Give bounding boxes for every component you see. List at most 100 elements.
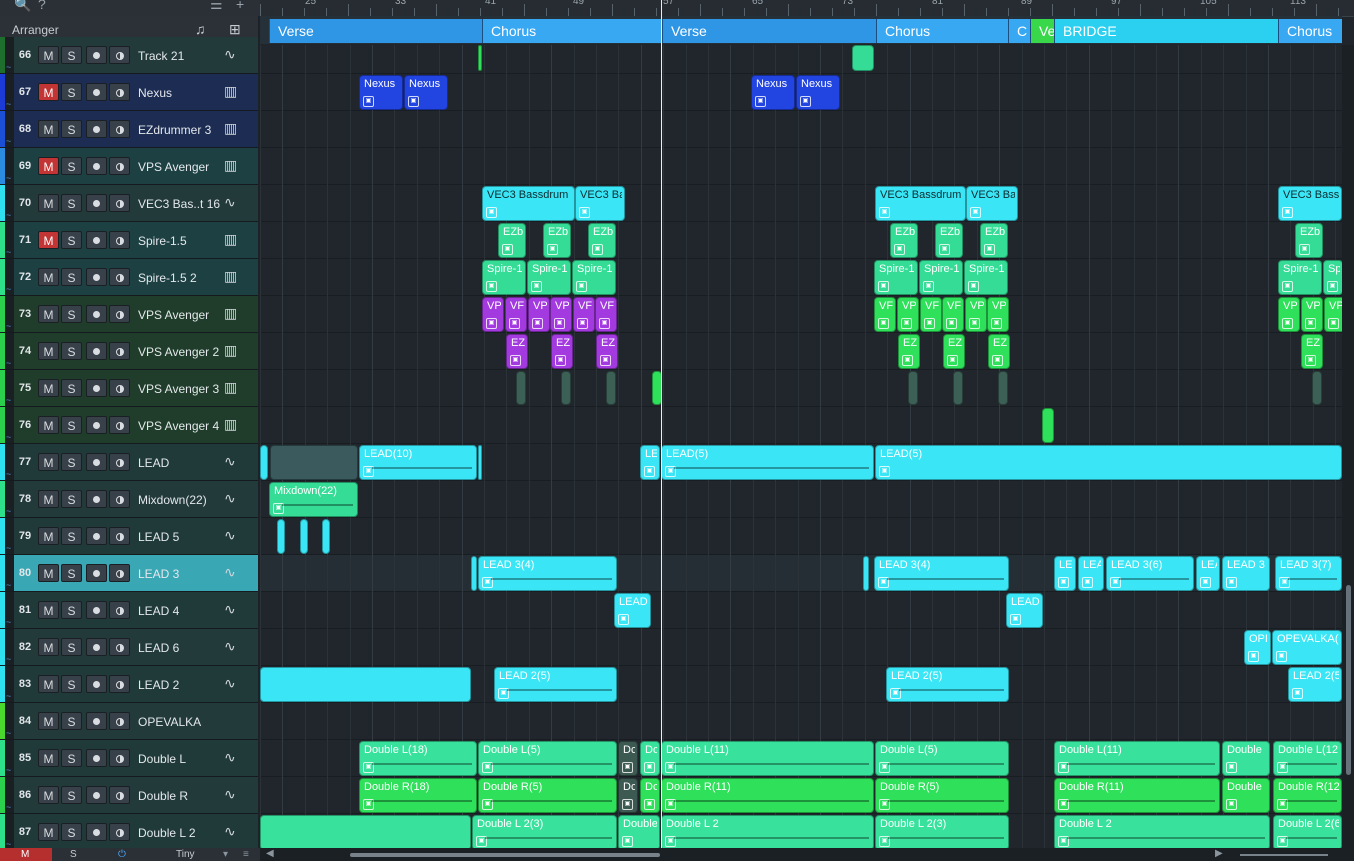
- clip[interactable]: Dc ▣: [640, 778, 660, 813]
- arranger-section[interactable]: Ve: [1030, 19, 1055, 43]
- automation-icon[interactable]: [5, 777, 14, 813]
- monitor-button[interactable]: [109, 453, 130, 471]
- monitor-button[interactable]: [109, 712, 130, 730]
- track-row[interactable]: 71 MS Spire-1.5▥: [0, 222, 258, 259]
- clip[interactable]: LEAD ▣: [614, 593, 651, 628]
- solo-button[interactable]: S: [61, 527, 82, 545]
- list-icon[interactable]: ☰: [210, 0, 223, 13]
- solo-button[interactable]: S: [61, 120, 82, 138]
- track-row[interactable]: 72 MS Spire-1.5 2▥: [0, 259, 258, 296]
- record-arm-button[interactable]: [86, 120, 107, 138]
- arranger-section[interactable]: BRIDGE: [1054, 19, 1278, 43]
- clip[interactable]: [516, 371, 526, 405]
- solo-button[interactable]: S: [61, 675, 82, 693]
- track-name[interactable]: VPS Avenger 4: [138, 419, 226, 433]
- mute-button[interactable]: M: [38, 268, 59, 286]
- track-lane[interactable]: [260, 629, 1342, 666]
- clip[interactable]: LEAD 2(5)▣: [886, 667, 1009, 702]
- track-name[interactable]: LEAD 3: [138, 567, 226, 581]
- automation-icon[interactable]: [5, 592, 14, 628]
- track-name[interactable]: VPS Avenger 2: [138, 345, 226, 359]
- record-arm-button[interactable]: [86, 601, 107, 619]
- track-lane[interactable]: [260, 481, 1342, 518]
- automation-icon[interactable]: [5, 518, 14, 554]
- record-arm-button[interactable]: [86, 194, 107, 212]
- monitor-button[interactable]: [109, 231, 130, 249]
- clip[interactable]: Nexus ▣: [796, 75, 840, 110]
- track-lane[interactable]: [260, 370, 1342, 407]
- clip[interactable]: VP ▣: [482, 297, 504, 332]
- mute-button[interactable]: M: [38, 379, 59, 397]
- mute-button[interactable]: M: [38, 305, 59, 323]
- track-name[interactable]: LEAD 6: [138, 641, 226, 655]
- clip[interactable]: LEAD 3(4) ▣: [874, 556, 1009, 591]
- mute-button[interactable]: M: [38, 749, 59, 767]
- track-row[interactable]: 76 MS VPS Avenger 4▥: [0, 407, 258, 444]
- clip[interactable]: LEAD(5) ▣: [661, 445, 874, 480]
- clip[interactable]: Double L(12 ▣: [1273, 741, 1342, 776]
- track-name[interactable]: Spire-1.5: [138, 234, 226, 248]
- track-lane[interactable]: [260, 222, 1342, 259]
- clip[interactable]: EZ ▣: [551, 334, 573, 369]
- clip[interactable]: [606, 371, 616, 405]
- solo-all-button[interactable]: S: [70, 849, 77, 860]
- mute-button[interactable]: M: [38, 83, 59, 101]
- record-arm-button[interactable]: [86, 305, 107, 323]
- clip[interactable]: Double ▣: [1222, 741, 1270, 776]
- solo-button[interactable]: S: [61, 416, 82, 434]
- clip[interactable]: Spire-1 ▣: [1278, 260, 1322, 295]
- clip[interactable]: OPI ▣: [1244, 630, 1271, 665]
- record-arm-button[interactable]: [86, 342, 107, 360]
- track-name[interactable]: Spire-1.5 2: [138, 271, 226, 285]
- clip[interactable]: Spire-1 ▣: [572, 260, 616, 295]
- record-arm-button[interactable]: [86, 823, 107, 841]
- clip[interactable]: LEAD(10) ▣: [359, 445, 477, 480]
- track-row[interactable]: 67 MS Nexus▥: [0, 74, 258, 111]
- record-arm-button[interactable]: [86, 490, 107, 508]
- mute-button[interactable]: M: [38, 231, 59, 249]
- track-row[interactable]: 80 MS LEAD 3∿: [0, 555, 258, 592]
- monitor-button[interactable]: [109, 342, 130, 360]
- mute-button[interactable]: M: [38, 120, 59, 138]
- monitor-button[interactable]: [109, 305, 130, 323]
- clip[interactable]: Double R(11) ▣: [661, 778, 874, 813]
- monitor-button[interactable]: [109, 601, 130, 619]
- mute-button[interactable]: M: [38, 453, 59, 471]
- clip[interactable]: Dc ▣: [618, 778, 638, 813]
- clip[interactable]: LEA ▣: [1078, 556, 1104, 591]
- solo-button[interactable]: S: [61, 194, 82, 212]
- clip[interactable]: Spire-1 ▣: [874, 260, 918, 295]
- clip[interactable]: EZb ▣: [980, 223, 1008, 258]
- clip[interactable]: OPEVALKA(▣: [1272, 630, 1342, 665]
- automation-icon[interactable]: [5, 37, 14, 73]
- track-lane[interactable]: [260, 111, 1342, 148]
- track-row[interactable]: 68 MS EZdrummer 3▥: [0, 111, 258, 148]
- automation-icon[interactable]: [5, 111, 14, 147]
- clip[interactable]: EZb ▣: [935, 223, 963, 258]
- solo-button[interactable]: S: [61, 786, 82, 804]
- chevron-down-icon[interactable]: ▾: [223, 849, 228, 860]
- mute-button[interactable]: M: [38, 564, 59, 582]
- clip[interactable]: [561, 371, 571, 405]
- track-row[interactable]: 79 MS LEAD 5∿: [0, 518, 258, 555]
- clip[interactable]: [998, 371, 1008, 405]
- clip[interactable]: Nexus ▣: [404, 75, 448, 110]
- mute-button[interactable]: M: [38, 786, 59, 804]
- clip[interactable]: VP ▣: [987, 297, 1009, 332]
- clip[interactable]: Double L 2 ▣: [661, 815, 874, 848]
- clip[interactable]: Nexus ▣: [751, 75, 795, 110]
- mute-button[interactable]: M: [38, 342, 59, 360]
- monitor-button[interactable]: [109, 379, 130, 397]
- clip[interactable]: [478, 45, 482, 71]
- clip[interactable]: [478, 445, 482, 480]
- arranger-section[interactable]: Chorus: [876, 19, 1008, 43]
- solo-button[interactable]: S: [61, 46, 82, 64]
- monitor-button[interactable]: [109, 268, 130, 286]
- clip[interactable]: Double R(5) ▣: [478, 778, 617, 813]
- track-name[interactable]: EZdrummer 3: [138, 123, 226, 137]
- mute-button[interactable]: M: [38, 601, 59, 619]
- clip[interactable]: Double L(18) ▣: [359, 741, 477, 776]
- clip[interactable]: LEAD ▣: [1006, 593, 1043, 628]
- monitor-button[interactable]: [109, 416, 130, 434]
- clip[interactable]: VP ▣: [1278, 297, 1300, 332]
